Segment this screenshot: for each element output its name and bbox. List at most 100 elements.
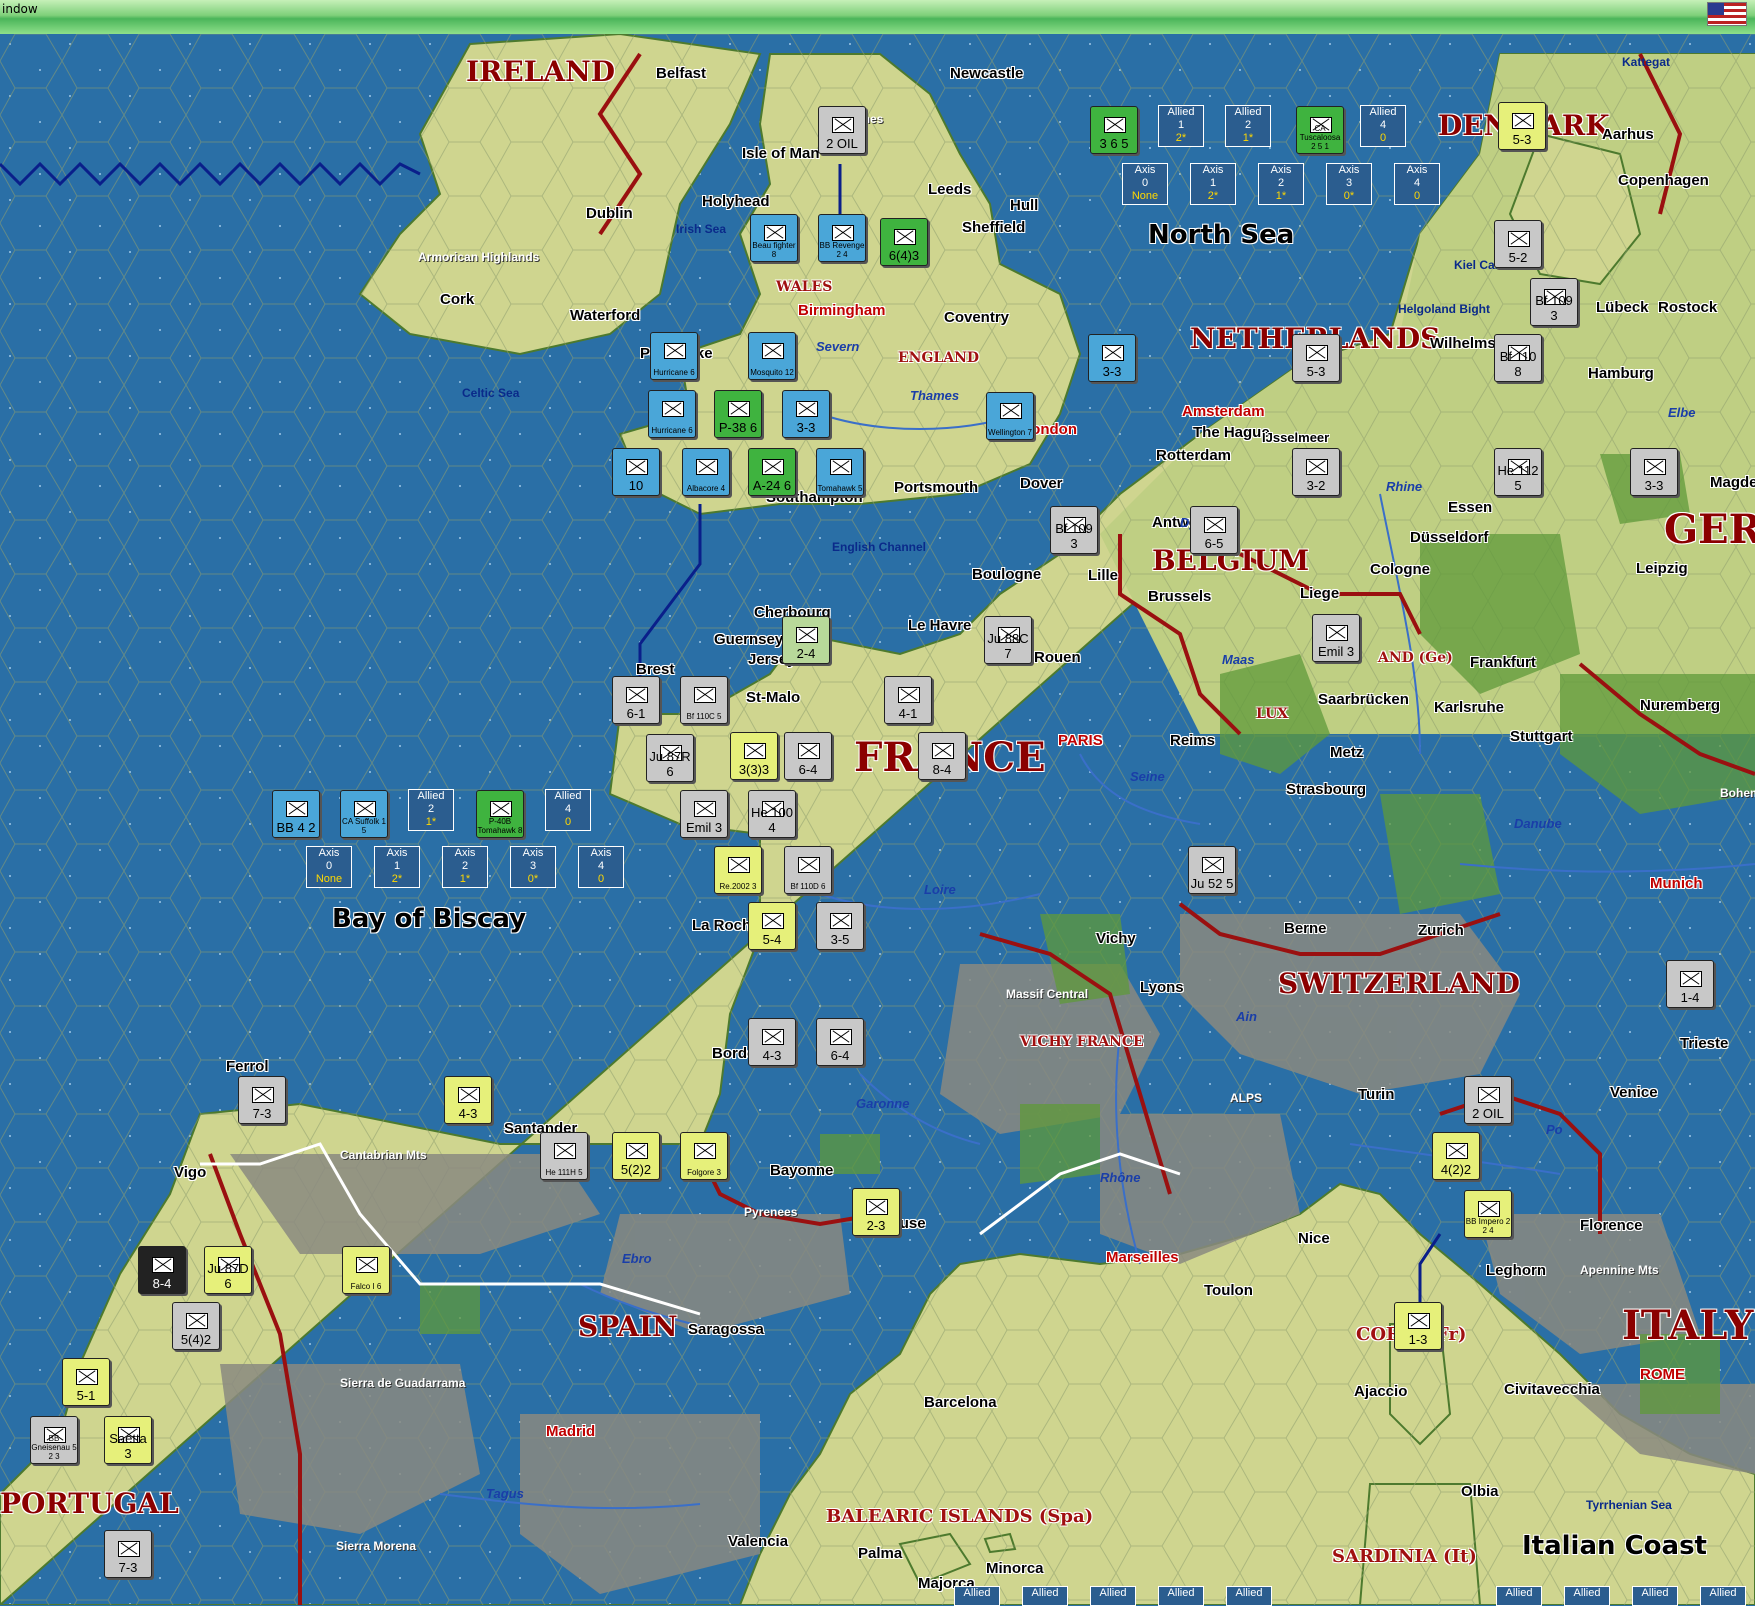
city-label[interactable]: Palma [858,1546,902,1561]
unit-counter-c200[interactable]: Saetta 3 [104,1416,152,1464]
biscay-allied-box[interactable]: Allied 2 1* [408,789,454,831]
biscay-axis-box[interactable]: Axis 3 0* [510,846,556,888]
city-label[interactable]: IJsselmeer [1262,431,1329,444]
bottom-allied-box[interactable]: Allied [1090,1586,1136,1606]
unit-counter-bristol[interactable]: 10 [612,448,660,496]
city-label[interactable]: Stuttgart [1510,729,1573,744]
biscay-allied-box[interactable]: Allied 4 0 [545,789,591,831]
unit-counter-ita-toulouse[interactable]: 2-3 [852,1188,900,1236]
north-axis-box[interactable]: Axis 0 None [1122,163,1168,205]
unit-counter-ju87[interactable]: Ju 87R 6 [646,734,694,782]
city-label[interactable]: Madrid [546,1424,595,1439]
biscay-axis-box[interactable]: Axis 0 None [306,846,352,888]
unit-counter-p38[interactable]: P-38 6 [714,390,762,438]
unit-counter-brit-corps[interactable]: 3-3 [782,390,830,438]
unit-counter-ita-army-spain[interactable]: 5(2)2 [612,1132,660,1180]
city-label[interactable]: Brest [636,662,674,677]
unit-counter-ger-army-vigo[interactable]: 5(4)2 [172,1302,220,1350]
city-label[interactable]: Rouen [1034,650,1081,665]
city-label[interactable]: Vigo [174,1165,206,1180]
city-label[interactable]: Metz [1330,745,1363,760]
city-label[interactable]: Nice [1298,1231,1330,1246]
city-label[interactable]: Holyhead [702,194,770,209]
city-label[interactable]: Venice [1610,1085,1658,1100]
north-axis-box[interactable]: Axis 2 1* [1258,163,1304,205]
north-allied-box[interactable]: Allied 2 1* [1225,105,1271,147]
city-label[interactable]: Waterford [570,308,640,323]
city-label[interactable]: Vichy [1096,931,1136,946]
unit-counter-bb-revenge[interactable]: BB Revenge 2 4 [818,214,866,262]
bottom-allied-box[interactable]: Allied [1496,1586,1542,1606]
unit-counter-ger-brest[interactable]: 6-1 [612,676,660,724]
unit-counter-ita-larochelle[interactable]: 5-4 [748,902,796,950]
city-label[interactable]: Reims [1170,733,1215,748]
unit-counter-ita-army[interactable]: 3(3)3 [730,732,778,780]
city-label[interactable]: Leeds [928,182,971,197]
unit-counter-ca-suffolk[interactable]: CA Suffolk 1 5 [340,790,388,838]
unit-counter-a24[interactable]: A-24 6 [748,448,796,496]
unit-counter-ger-bordeaux2[interactable]: 6-4 [816,1018,864,1066]
unit-counter-bf109-cologne[interactable]: Emil 3 [1312,614,1360,662]
unit-counter-albacore[interactable]: Albacore 4 [682,448,730,496]
unit-counter-ger-ijssel[interactable]: 5-3 [1292,334,1340,382]
unit-counter-bb-gneisenau[interactable]: BB Gneisenau 5 2 3 [30,1416,78,1464]
city-label[interactable]: Magdeburg [1710,475,1755,490]
north-allied-box[interactable]: Allied 1 2* [1158,105,1204,147]
unit-counter-ger-caen[interactable]: 4-1 [884,676,932,724]
unit-counter-ju87d[interactable]: Ju 87D 6 [204,1246,252,1294]
unit-counter-ita-corsica[interactable]: 1-3 [1394,1302,1442,1350]
city-label[interactable]: Frankfurt [1470,655,1536,670]
unit-counter-bf110[interactable]: Bf 110 8 [1494,334,1542,382]
city-label[interactable]: Strasbourg [1286,782,1366,797]
unit-counter-oil-britain[interactable]: 2 OIL [818,106,866,154]
unit-counter-ger-france[interactable]: 8-4 [918,732,966,780]
unit-counter-ju52[interactable]: Ju 52 5 [1188,846,1236,894]
city-label[interactable]: Amsterdam [1182,404,1265,419]
city-label[interactable]: Ferrol [226,1059,269,1074]
unit-counter-c202[interactable]: Folgore 3 [680,1132,728,1180]
unit-counter-bf109-nantes[interactable]: Emil 3 [680,790,728,838]
city-label[interactable]: Le Havre [908,618,971,633]
north-axis-box[interactable]: Axis 1 2* [1190,163,1236,205]
unit-counter-ger-alps[interactable]: 1-4 [1666,960,1714,1008]
city-label[interactable]: Ajaccio [1354,1384,1407,1399]
unit-counter-ss-vigo[interactable]: 8-4 [138,1246,186,1294]
unit-counter-us-army-sheffield[interactable]: 6(4)3 [880,218,928,266]
unit-counter-re2000[interactable]: Falco I 6 [342,1246,390,1294]
city-label[interactable]: Leipzig [1636,561,1688,576]
bottom-allied-box[interactable]: Allied [1226,1586,1272,1606]
city-label[interactable]: Lyons [1140,980,1184,995]
north-axis-box[interactable]: Axis 3 0* [1326,163,1372,205]
city-label[interactable]: Berne [1284,921,1327,936]
city-label[interactable]: Leghorn [1486,1263,1546,1278]
north-allied-box[interactable]: Allied 4 0 [1360,105,1406,147]
unit-counter-ger-ferrol[interactable]: 7-3 [238,1076,286,1124]
city-label[interactable]: Florence [1580,1218,1643,1233]
city-label[interactable]: The Hague [1193,425,1270,440]
unit-counter-ca-tuscaloosa[interactable]: CA Tuscaloosa 2 5 1 [1296,106,1344,154]
unit-counter-bf110-d[interactable]: Bf 110D 6 [784,846,832,894]
unit-counter-hurricane-2[interactable]: Hurricane 6 [648,390,696,438]
city-label[interactable]: Newcastle [950,66,1023,81]
unit-counter-bf110-stmalo[interactable]: Bf 110C 5 [680,676,728,724]
unit-counter-he111[interactable]: He 111H 5 [540,1132,588,1180]
unit-counter-ger-magd[interactable]: 3-3 [1630,448,1678,496]
city-label[interactable]: Portsmouth [894,480,978,495]
city-label[interactable]: Copenhagen [1618,173,1709,188]
unit-counter-ger-antwerp[interactable]: 6-5 [1190,506,1238,554]
biscay-axis-box[interactable]: Axis 2 1* [442,846,488,888]
unit-counter-wellington[interactable]: Wellington 7 [986,392,1034,440]
city-label[interactable]: Guernsey [714,632,783,647]
city-label[interactable]: Düsseldorf [1410,530,1488,545]
city-label[interactable]: Essen [1448,500,1492,515]
city-label[interactable]: Lille [1088,568,1118,583]
biscay-axis-box[interactable]: Axis 1 2* [374,846,420,888]
city-label[interactable]: St-Malo [746,690,800,705]
unit-counter-us-north[interactable]: 3 6 5 [1090,106,1138,154]
city-label[interactable]: Turin [1358,1087,1394,1102]
city-label[interactable]: Nuremberg [1640,698,1720,713]
city-label[interactable]: Belfast [656,66,706,81]
city-label[interactable]: Liege [1300,586,1339,601]
city-label[interactable]: Rotterdam [1156,448,1231,463]
unit-counter-oil-italy[interactable]: 2 OIL [1464,1076,1512,1124]
